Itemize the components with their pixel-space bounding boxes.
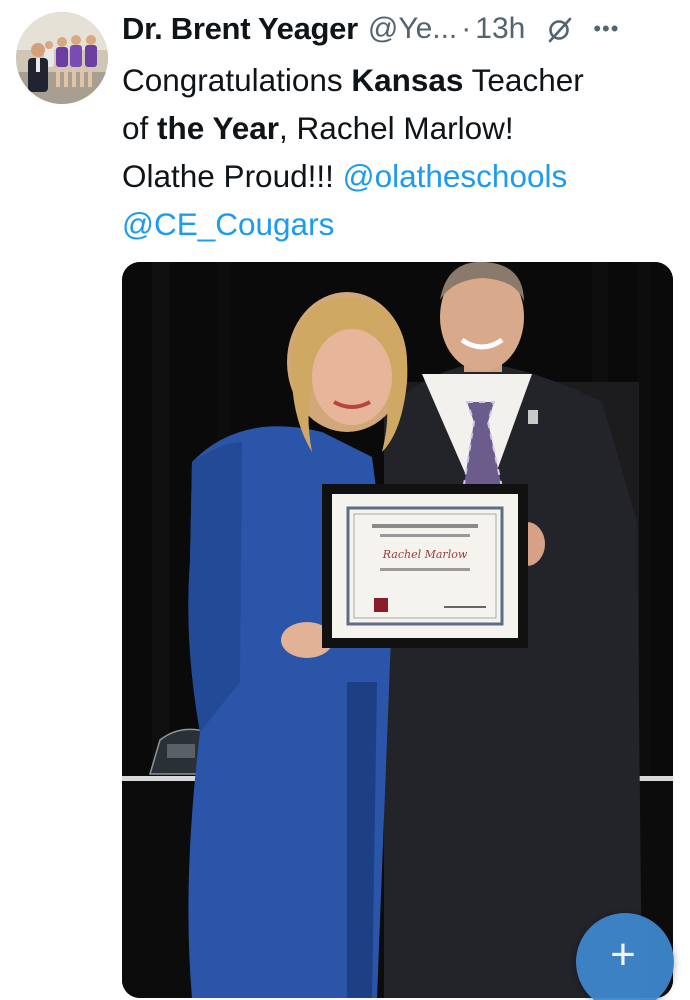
- separator-dot: ·: [461, 12, 472, 45]
- tweet-header: Dr. Brent Yeager @Ye... · 13h •••: [122, 8, 670, 50]
- tweet-photo[interactable]: Rachel Marlow: [122, 262, 673, 998]
- timestamp[interactable]: 13h: [475, 12, 525, 46]
- display-name[interactable]: Dr. Brent Yeager: [122, 11, 358, 47]
- text-part: , Rachel Marlow!: [279, 110, 514, 146]
- text-part: Congratulations: [122, 62, 352, 98]
- photo-illustration: Rachel Marlow: [122, 262, 673, 998]
- text-part: Teacher: [463, 62, 584, 98]
- certificate-name: Rachel Marlow: [382, 548, 468, 561]
- text-bold: Kansas: [351, 62, 464, 98]
- text-bold: the Year: [157, 110, 280, 146]
- plus-icon: +: [610, 930, 636, 979]
- mention-link[interactable]: @olatheschools: [343, 158, 568, 194]
- tweet-text: Congratulations Kansas Teacher of the Ye…: [122, 56, 682, 248]
- mention-link[interactable]: @CE_Cougars: [122, 206, 334, 242]
- text-part: of: [122, 110, 158, 146]
- avatar[interactable]: [16, 12, 108, 104]
- user-handle[interactable]: @Ye...: [368, 12, 457, 46]
- compose-button[interactable]: +: [576, 913, 674, 1000]
- grok-icon[interactable]: [545, 14, 575, 44]
- text-part: Olathe Proud!!!: [122, 158, 343, 194]
- tweet[interactable]: Dr. Brent Yeager @Ye... · 13h ••• Congra…: [0, 0, 690, 1000]
- avatar-image: [16, 12, 108, 104]
- more-options-icon[interactable]: •••: [593, 18, 619, 40]
